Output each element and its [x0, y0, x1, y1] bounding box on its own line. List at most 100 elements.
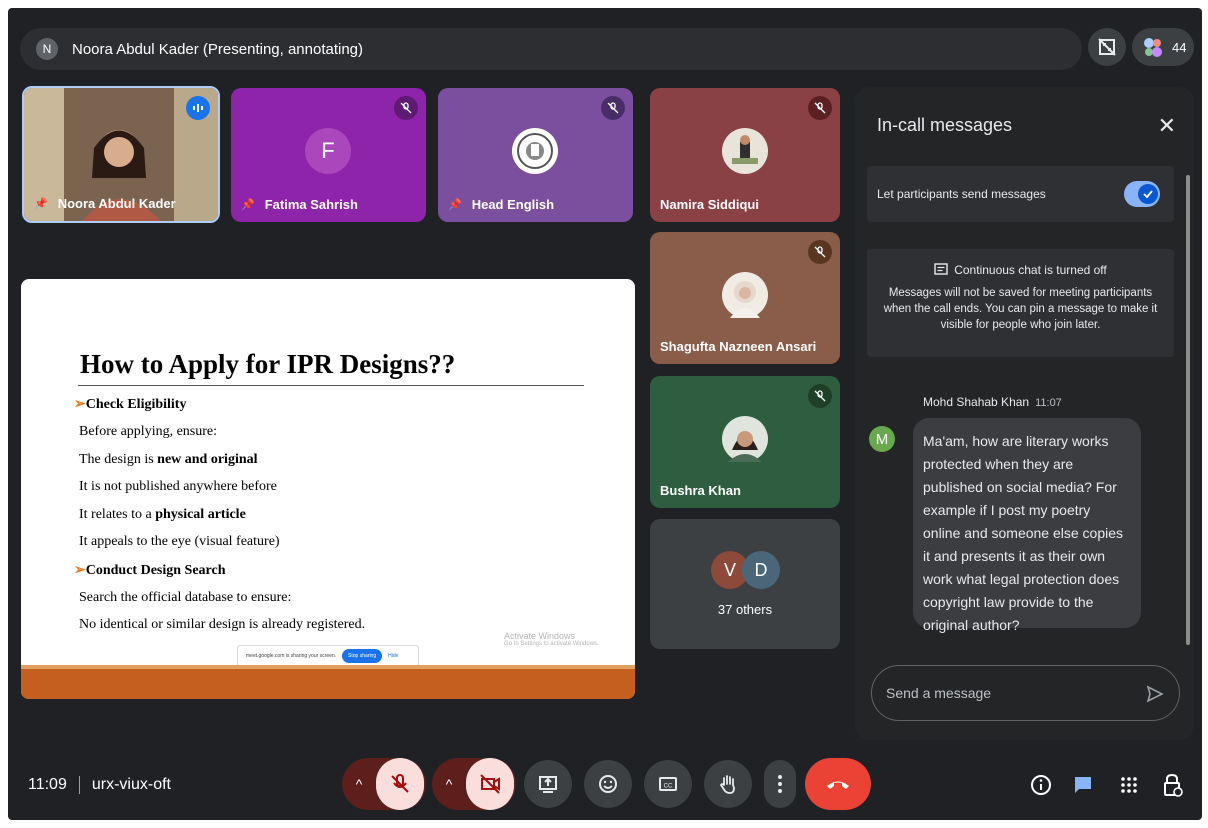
tile-name: 📌 Head English — [448, 197, 555, 212]
people-button[interactable]: 44 — [1132, 28, 1194, 66]
sharing-banner: meet.google.com is sharing your screen. … — [237, 645, 419, 667]
captions-icon: CC — [659, 777, 677, 791]
mic-off-icon — [400, 102, 412, 114]
reactions-button[interactable] — [584, 758, 632, 810]
slide-line: It appeals to the eye (visual feature) — [79, 534, 280, 549]
meeting-details-button[interactable] — [1028, 772, 1054, 798]
tile-name: Shagufta Nazneen Ansari — [660, 339, 817, 354]
slide-line: Search the official database to ensure: — [79, 590, 292, 605]
muted-indicator — [394, 96, 418, 120]
participant-tile-namira[interactable]: Namira Siddiqui — [650, 88, 840, 222]
presenter-title: Noora Abdul Kader (Presenting, annotatin… — [72, 40, 364, 58]
present-screen-icon — [539, 776, 557, 793]
participant-tile-noora[interactable]: 📌 Noora Abdul Kader — [22, 86, 220, 223]
slide-footer-band — [21, 669, 635, 699]
camera-off-icon — [480, 774, 500, 794]
participant-tile-bushra[interactable]: Bushra Khan — [650, 376, 840, 508]
mic-off-icon — [814, 102, 826, 114]
apps-grid-icon — [1121, 777, 1137, 793]
emoji-icon — [599, 775, 617, 793]
mic-options-chevron-icon[interactable]: ^ — [342, 776, 376, 792]
people-avatars-icon — [1144, 38, 1162, 57]
activities-button[interactable] — [1116, 772, 1142, 798]
captions-button[interactable]: CC — [644, 758, 692, 810]
chat-button[interactable] — [1070, 772, 1096, 798]
notice-text: Messages will not be saved for meeting p… — [883, 287, 1158, 331]
more-vert-icon — [778, 775, 782, 793]
tile-name: Bushra Khan — [660, 483, 741, 498]
meeting-info: 11:09 urx-viux-oft — [28, 776, 171, 794]
mic-off-icon — [607, 102, 619, 114]
message-bubble: Ma'am, how are literary works protected … — [913, 418, 1141, 633]
participant-tile-fatima[interactable]: F 📌 Fatima Sahrish — [231, 88, 426, 222]
participant-photo — [722, 416, 768, 462]
other-avatar-d: D — [742, 551, 780, 589]
stop-sharing-button[interactable]: Stop sharing — [342, 649, 383, 663]
meet-window: N Noora Abdul Kader (Presenting, annotat… — [8, 8, 1202, 820]
slide-line: Before applying, ensure: — [79, 424, 218, 439]
message-input[interactable] — [886, 685, 1126, 701]
muted-indicator — [601, 96, 625, 120]
others-tile[interactable]: V D 37 others — [650, 519, 840, 649]
presenter-avatar: N — [36, 38, 58, 60]
camera-toggle-button[interactable] — [466, 758, 514, 810]
allow-messages-row: Let participants send messages — [867, 166, 1174, 222]
slide-title: How to Apply for IPR Designs?? — [80, 349, 456, 379]
layout-off-icon — [1098, 38, 1116, 56]
pin-icon: 📌 — [34, 198, 48, 210]
camera-options-chevron-icon[interactable]: ^ — [432, 776, 466, 792]
mic-off-icon — [814, 246, 826, 258]
message-header: Mohd Shahab Khan 11:07 — [923, 395, 1062, 409]
pin-icon: 📌 — [448, 199, 462, 211]
sender-avatar: M — [869, 426, 895, 452]
arrow-bullet-icon: ➢ — [74, 563, 86, 578]
mic-toggle-button[interactable] — [376, 758, 424, 810]
speaking-indicator — [186, 96, 210, 120]
slide-line: ➢Check Eligibility — [74, 397, 187, 412]
slide-divider — [78, 385, 584, 386]
slide-line: It is not published anywhere before — [79, 479, 277, 494]
current-time: 11:09 — [28, 776, 67, 793]
leave-call-button[interactable] — [805, 758, 871, 810]
send-icon[interactable] — [1145, 684, 1165, 704]
svg-text:CC: CC — [664, 784, 673, 790]
check-icon — [1138, 184, 1158, 204]
continuous-chat-notice: Continuous chat is turned off Messages w… — [867, 249, 1174, 357]
presenter-bar[interactable]: N Noora Abdul Kader (Presenting, annotat… — [20, 28, 1082, 70]
tile-name: 📌 Fatima Sahrish — [241, 197, 358, 212]
slide-line: No identical or similar design is alread… — [79, 617, 366, 632]
participant-photo — [722, 272, 768, 318]
toggle-label: Let participants send messages — [877, 187, 1046, 201]
others-count: 37 others — [717, 602, 773, 617]
windows-watermark: Activate Windows Go to Settings to activ… — [504, 631, 599, 647]
divider — [78, 776, 80, 794]
slide-line: It relates to a physical article — [79, 507, 246, 522]
muted-indicator — [808, 96, 832, 120]
participant-tile-head-english[interactable]: 📌 Head English — [438, 88, 633, 222]
meeting-code: urx-viux-oft — [91, 776, 171, 793]
tile-name: Namira Siddiqui — [660, 197, 759, 212]
chat-title: In-call messages — [877, 115, 1013, 135]
participant-photo — [722, 128, 768, 174]
participant-tile-shagufta[interactable]: Shagufta Nazneen Ansari — [650, 232, 840, 364]
sender-name: Mohd Shahab Khan — [923, 395, 1030, 409]
host-controls-button[interactable] — [1160, 772, 1186, 798]
layout-off-button[interactable] — [1088, 28, 1126, 66]
tile-name: 📌 Noora Abdul Kader — [34, 196, 176, 211]
info-icon — [1031, 775, 1051, 795]
chat-scrollbar[interactable] — [1186, 175, 1190, 645]
arrow-bullet-icon: ➢ — [74, 397, 86, 412]
allow-messages-toggle[interactable] — [1124, 181, 1160, 207]
muted-indicator — [808, 384, 832, 408]
more-options-button[interactable] — [763, 758, 797, 810]
slide-line: The design is new and original — [79, 452, 258, 467]
hang-up-icon — [827, 781, 849, 789]
close-icon[interactable]: ✕ — [1158, 113, 1176, 139]
chat-panel: In-call messages ✕ Let participants send… — [855, 87, 1194, 740]
present-button[interactable] — [524, 758, 572, 810]
pin-icon: 📌 — [241, 199, 255, 211]
share-text: meet.google.com is sharing your screen. — [246, 653, 337, 659]
raise-hand-button[interactable] — [704, 758, 752, 810]
mic-control: ^ — [342, 758, 426, 810]
hide-button[interactable]: Hide — [388, 653, 398, 659]
